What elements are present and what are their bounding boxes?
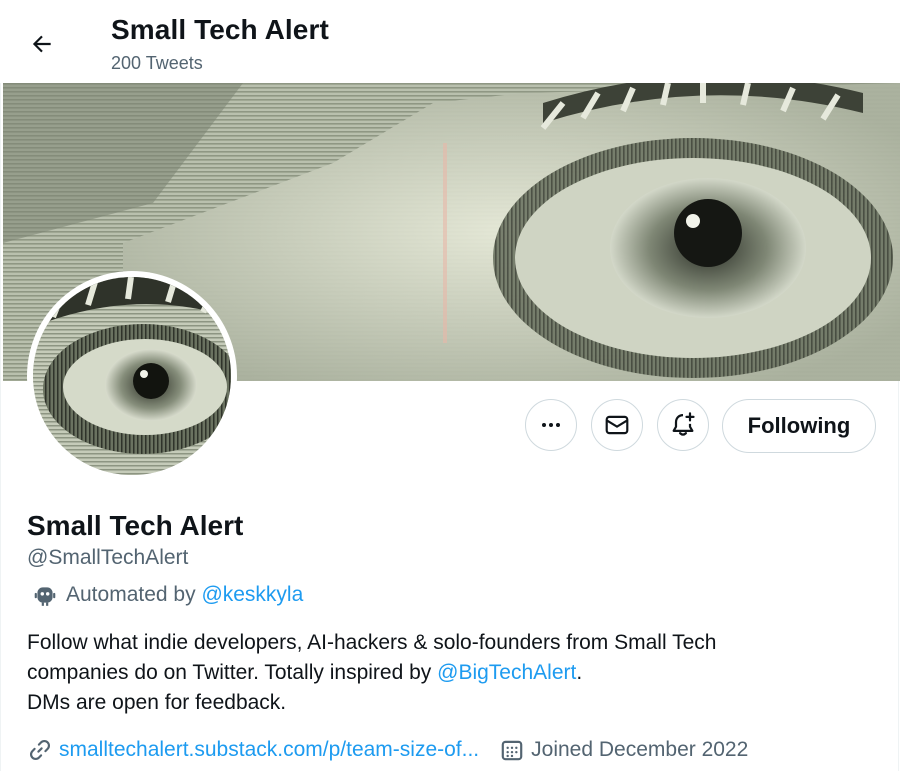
- bell-plus-icon: [672, 412, 695, 436]
- automated-prefix: Automated by: [66, 583, 196, 606]
- bio-line-2: companies do on Twitter. Totally inspire…: [27, 658, 716, 688]
- joined-date: Joined December 2022: [531, 738, 749, 761]
- profile-meta: smalltechalert.substack.com/p/team-size-…: [27, 737, 748, 763]
- avatar-image: [33, 277, 231, 475]
- avatar[interactable]: [27, 271, 237, 481]
- tweet-count: 200 Tweets: [111, 53, 203, 73]
- following-button[interactable]: Following: [722, 399, 876, 453]
- profile-bio: Follow what indie developers, AI-hackers…: [27, 628, 716, 718]
- link-icon: [30, 740, 50, 760]
- envelope-icon: [605, 415, 629, 435]
- website-item: smalltechalert.substack.com/p/team-size-…: [27, 737, 479, 763]
- bio-line-3: DMs are open for feedback.: [27, 691, 287, 714]
- automated-label: Automated by @keskkyla: [32, 582, 303, 608]
- back-button[interactable]: [22, 24, 62, 64]
- more-button[interactable]: [525, 399, 577, 451]
- page-title: Small Tech Alert: [111, 14, 329, 45]
- bio-line-2-text: companies do on Twitter. Totally inspire…: [27, 661, 432, 684]
- bio-line-1: Follow what indie developers, AI-hackers…: [27, 631, 717, 654]
- joined-item: Joined December 2022: [499, 737, 748, 763]
- arrow-left-icon: [32, 35, 51, 53]
- top-bar: Small Tech Alert 200 Tweets: [0, 0, 901, 83]
- profile-handle: @SmallTechAlert: [27, 546, 189, 569]
- website-link[interactable]: smalltechalert.substack.com/p/team-size-…: [59, 738, 479, 762]
- bio-mention-link[interactable]: @BigTechAlert: [437, 661, 576, 684]
- calendar-icon: [501, 740, 523, 761]
- profile-name: Small Tech Alert: [27, 510, 244, 541]
- automated-by-link[interactable]: @keskkyla: [201, 583, 303, 607]
- notify-button[interactable]: [657, 399, 709, 451]
- robot-icon: [34, 587, 56, 606]
- message-button[interactable]: [591, 399, 643, 451]
- bio-line-2-suffix: .: [576, 661, 583, 684]
- more-icon: [542, 423, 560, 427]
